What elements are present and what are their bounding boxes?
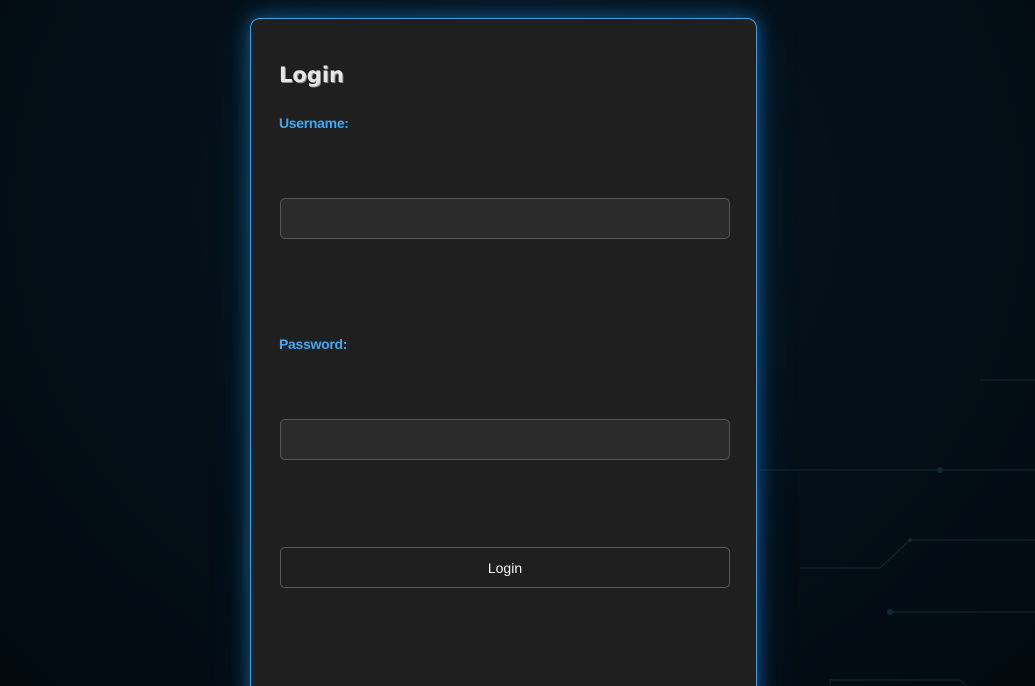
password-label: Password:	[279, 336, 348, 352]
login-title: Login	[279, 63, 344, 87]
username-label: Username:	[279, 115, 349, 131]
login-button[interactable]: Login	[280, 547, 730, 588]
login-card: Login Username: Password: Login	[250, 18, 757, 686]
password-input[interactable]	[280, 419, 730, 460]
username-input[interactable]	[280, 198, 730, 239]
